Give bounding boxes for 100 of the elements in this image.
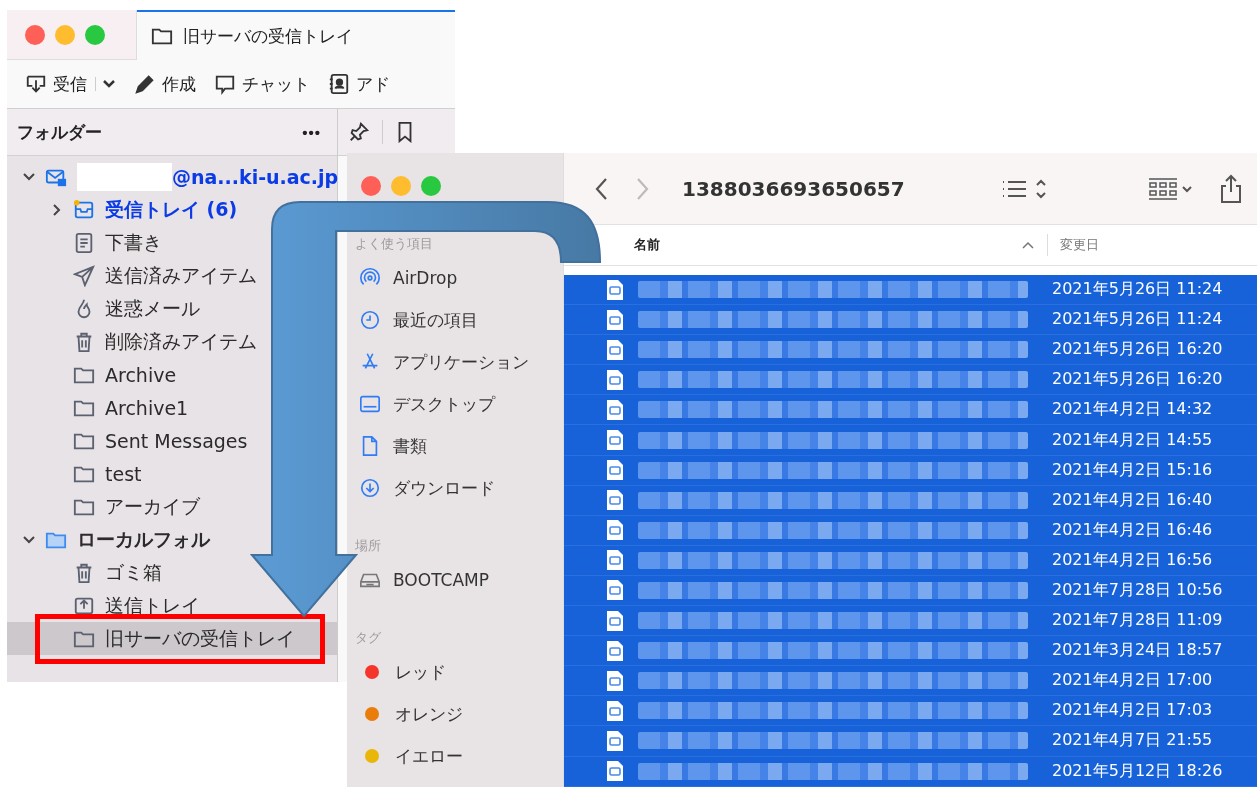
column-header[interactable]: 変更日 [1047, 234, 1257, 256]
folder-label: ゴミ箱 [105, 559, 162, 585]
folder-label: 送信トレイ [105, 592, 200, 618]
file-row[interactable]: 2021年4月2日 14:32 [564, 395, 1257, 426]
folder-row[interactable]: 送信済みアイテム [7, 259, 261, 292]
date-cell: 2021年4月2日 16:56 [1052, 549, 1213, 571]
pencil-icon [134, 73, 156, 95]
more-button[interactable]: ••• [302, 123, 321, 141]
folder-row[interactable]: 旧サーバの受信トレイ [7, 622, 337, 655]
folder-row[interactable]: 下書き [7, 226, 166, 259]
sidebar-item[interactable]: ダウンロード [393, 476, 495, 500]
sidebar-item[interactable]: 最近の項目 [393, 308, 478, 332]
email-file-icon [606, 398, 624, 421]
download-icon [359, 477, 381, 499]
file-row[interactable]: 2021年4月7日 21:55 [564, 726, 1257, 757]
email-file-icon [606, 669, 624, 692]
folder-label: Archive [105, 363, 177, 386]
file-row[interactable]: 2021年5月26日 16:20 [564, 335, 1257, 366]
date-cell: 2021年5月12日 18:26 [1052, 760, 1223, 782]
date-cell: 2021年4月2日 17:03 [1052, 700, 1213, 722]
date-cell: 2021年4月7日 21:55 [1052, 730, 1213, 752]
file-row[interactable]: 2021年5月26日 11:24 [564, 305, 1257, 336]
date-cell: 2021年4月2日 16:46 [1052, 519, 1213, 541]
email-file-icon [606, 338, 624, 361]
back-icon[interactable] [594, 176, 610, 201]
date-cell: 2021年7月28日 10:56 [1052, 580, 1223, 601]
file-row[interactable]: 2021年5月12日 18:26 [564, 756, 1257, 787]
folder-label: Sent Messages [105, 429, 248, 452]
folder-label: 旧サーバの受信トレイ [105, 625, 295, 651]
sidebar-item[interactable]: AirDrop [393, 268, 458, 288]
folder-row[interactable]: アーカイブ [7, 490, 204, 523]
toolbar-button[interactable]: 受信 [25, 72, 87, 96]
folder-row[interactable]: 受信トレイ (6) [7, 193, 242, 226]
toolbar-button[interactable]: 作成 [134, 72, 196, 96]
folder-row[interactable]: ゴミ箱 [7, 556, 166, 589]
sidebar-item[interactable]: BOOTCAMP [393, 570, 489, 590]
section-heading: タグ [355, 629, 382, 647]
folder-row[interactable]: test [7, 457, 146, 490]
date-cell: 2021年4月2日 15:16 [1052, 459, 1213, 481]
folder-row[interactable]: 迷惑メール [7, 292, 204, 325]
file-row[interactable]: 2021年4月2日 17:03 [564, 696, 1257, 727]
file-row[interactable]: 2021年4月2日 15:16 [564, 455, 1257, 486]
email-file-icon [606, 760, 624, 783]
pane-title: フォルダー [17, 120, 102, 144]
folder-row[interactable]: Archive [7, 358, 181, 391]
section-heading: 場所 [355, 537, 382, 555]
folder-label: 下書き [105, 229, 162, 255]
download-tray-icon [25, 73, 47, 95]
sidebar-item[interactable]: オレンジ [395, 702, 463, 726]
file-row[interactable]: 2021年5月26日 16:20 [564, 365, 1257, 396]
email-file-icon [606, 368, 624, 391]
file-row[interactable]: 2021年4月2日 17:00 [564, 666, 1257, 697]
sidebar-item[interactable]: デスクトップ [393, 392, 495, 416]
column-header[interactable]: 名前 [634, 236, 660, 254]
email-file-icon [606, 278, 624, 301]
email-file-icon [606, 609, 624, 632]
email-file-icon [606, 489, 624, 512]
file-row[interactable]: 2021年4月2日 16:40 [564, 485, 1257, 516]
chevron-down-icon[interactable] [95, 77, 116, 91]
folder-label: Archive1 [105, 396, 189, 419]
email-file-icon [606, 639, 624, 662]
sort-ascending-icon[interactable] [1021, 240, 1035, 250]
folder-label: test [105, 462, 142, 485]
date-cell: 2021年4月2日 14:32 [1052, 399, 1213, 421]
folder-row[interactable]: 削除済みアイテム [7, 325, 261, 358]
date-cell: 2021年4月2日 17:00 [1052, 670, 1213, 692]
tab-title: 旧サーバの受信トレイ [183, 24, 353, 48]
file-row[interactable]: 2021年4月2日 16:56 [564, 545, 1257, 576]
email-file-icon [606, 519, 624, 542]
folder-title: 1388036693650657 [682, 176, 905, 201]
file-row[interactable]: 2021年4月2日 14:55 [564, 425, 1257, 456]
file-row[interactable]: 2021年7月28日 10:56 [564, 575, 1257, 607]
folder-label: アーカイブ [105, 493, 200, 519]
folder-row[interactable]: Sent Messages [7, 424, 252, 457]
date-cell: 2021年4月2日 14:55 [1052, 429, 1213, 451]
date-cell: 2021年5月26日 16:20 [1052, 339, 1223, 361]
file-row[interactable]: 2021年7月28日 11:09 [564, 606, 1257, 637]
section-heading: よく使う項目 [355, 235, 434, 253]
folder-label: 送信済みアイテム [105, 262, 257, 288]
email-file-icon [606, 459, 624, 482]
sidebar-item[interactable]: イエロー [395, 744, 463, 768]
pin-icon[interactable] [348, 121, 370, 143]
toolbar-button[interactable]: アド [328, 72, 390, 96]
file-row[interactable]: 2021年4月2日 16:46 [564, 515, 1257, 546]
folder-row[interactable]: ローカルフォル [7, 523, 214, 556]
grid-view-icon[interactable] [1147, 176, 1195, 201]
sidebar-item[interactable]: アプリケーション [393, 350, 529, 374]
folder-label: 削除済みアイテム [105, 328, 257, 354]
sidebar-item[interactable]: 書類 [393, 434, 427, 458]
file-row[interactable]: 2021年5月26日 11:24 [564, 275, 1257, 306]
folder-row[interactable]: Archive1 [7, 391, 193, 424]
file-row[interactable]: 2021年3月24日 18:57 [564, 636, 1257, 667]
share-icon[interactable] [1219, 173, 1243, 204]
sidebar-item[interactable]: レッド [395, 660, 446, 684]
date-cell: 2021年4月2日 16:40 [1052, 489, 1213, 511]
close-button[interactable] [25, 24, 45, 45]
toolbar-button[interactable]: チャット [214, 72, 310, 96]
desktop-icon [359, 393, 381, 415]
folder-row[interactable]: @na...ki-u.ac.jp [7, 160, 343, 193]
folder-row[interactable]: 送信トレイ [7, 589, 204, 622]
